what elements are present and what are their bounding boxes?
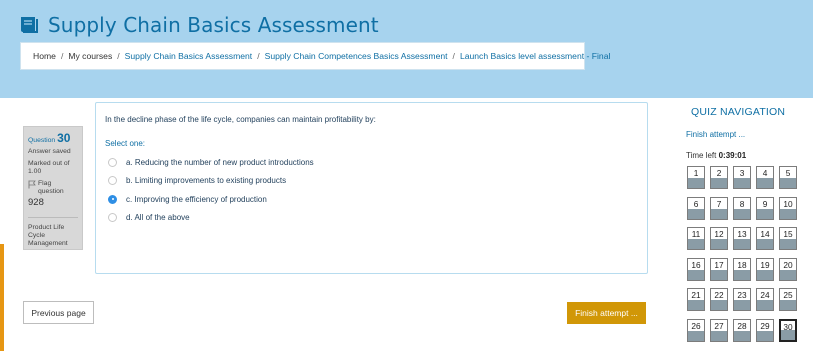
time-left-label: Time left xyxy=(686,151,717,160)
question-nav-button-7[interactable]: 7 xyxy=(710,196,728,220)
question-nav-button-27[interactable]: 27 xyxy=(710,318,728,342)
breadcrumb-my-courses[interactable]: My courses xyxy=(68,51,112,61)
finish-attempt-button[interactable]: Finish attempt ... xyxy=(567,302,646,324)
radio-button-selected[interactable] xyxy=(108,194,117,204)
answer-option-label[interactable]: b. Limiting improvements to existing pro… xyxy=(126,176,286,185)
question-nav-button-26[interactable]: 26 xyxy=(687,318,705,342)
question-nav-button-14[interactable]: 14 xyxy=(756,227,774,250)
answer-option-label[interactable]: a. Reducing the number of new product in… xyxy=(126,158,314,167)
course-title-text[interactable]: Supply Chain Basics Assessment xyxy=(48,13,379,37)
previous-page-button[interactable]: Previous page xyxy=(23,301,94,324)
radio-button[interactable] xyxy=(108,176,117,186)
quiz-navigation-title: QUIZ NAVIGATION xyxy=(691,106,786,118)
breadcrumb-section[interactable]: Supply Chain Competences Basics Assessme… xyxy=(265,51,448,61)
question-number: 30 xyxy=(57,131,71,145)
answer-option-b[interactable]: b. Limiting improvements to existing pro… xyxy=(108,172,314,191)
answer-option-label[interactable]: c. Improving the efficiency of productio… xyxy=(126,195,267,204)
answer-options: a. Reducing the number of new product in… xyxy=(108,153,314,227)
question-text: In the decline phase of the life cycle, … xyxy=(105,115,376,124)
question-nav-button-24[interactable]: 24 xyxy=(756,288,774,311)
radio-button[interactable] xyxy=(108,213,117,223)
question-info-panel: Question 30 Answer saved Marked out of 1… xyxy=(23,126,83,250)
question-label: Question xyxy=(28,137,56,144)
question-nav-button-21[interactable]: 21 xyxy=(687,288,705,311)
question-nav-button-19[interactable]: 19 xyxy=(756,257,774,281)
question-nav-button-12[interactable]: 12 xyxy=(710,227,728,250)
question-number-row: Question 30 xyxy=(28,131,78,145)
flag-icon[interactable] xyxy=(28,180,36,189)
question-nav-button-1[interactable]: 1 xyxy=(687,166,705,189)
time-left: Time left 0:39:01 xyxy=(686,151,746,160)
answer-status: Answer saved xyxy=(28,148,71,156)
question-nav-button-18[interactable]: 18 xyxy=(733,257,751,281)
question-nav-button-22[interactable]: 22 xyxy=(710,288,728,311)
question-nav-button-20[interactable]: 20 xyxy=(779,257,797,281)
question-nav-button-25[interactable]: 25 xyxy=(779,288,797,311)
question-category: Product Life Cycle Management xyxy=(28,223,68,247)
radio-button[interactable] xyxy=(108,157,117,167)
question-nav-button-5[interactable]: 5 xyxy=(779,166,797,189)
answer-option-d[interactable]: d. All of the above xyxy=(108,209,314,228)
question-nav-button-6[interactable]: 6 xyxy=(687,196,705,220)
page-header: Supply Chain Basics Assessment Home / My… xyxy=(0,0,813,98)
breadcrumb-separator: / xyxy=(117,51,120,61)
question-nav-button-8[interactable]: 8 xyxy=(733,196,751,220)
flag-question-toggle[interactable]: Flag question xyxy=(28,180,78,196)
question-nav-button-9[interactable]: 9 xyxy=(756,196,774,220)
question-nav-button-2[interactable]: 2 xyxy=(710,166,728,189)
question-nav-button-16[interactable]: 16 xyxy=(687,257,705,281)
question-nav-button-3[interactable]: 3 xyxy=(733,166,751,189)
answer-option-label[interactable]: d. All of the above xyxy=(126,213,190,222)
book-icon xyxy=(21,17,38,33)
finish-attempt-link[interactable]: Finish attempt ... xyxy=(686,130,745,139)
time-left-value: 0:39:01 xyxy=(718,151,747,160)
left-accent-bar xyxy=(0,244,4,351)
breadcrumb-course[interactable]: Supply Chain Basics Assessment xyxy=(125,51,253,61)
question-nav-button-17[interactable]: 17 xyxy=(710,257,728,281)
info-divider xyxy=(28,216,78,218)
question-nav-button-10[interactable]: 10 xyxy=(779,196,797,220)
flag-question-label[interactable]: Flag question xyxy=(38,180,78,196)
breadcrumb-separator: / xyxy=(60,51,64,61)
question-nav-button-29[interactable]: 29 xyxy=(756,318,774,342)
answer-option-a[interactable]: a. Reducing the number of new product in… xyxy=(108,153,314,172)
breadcrumb-separator: / xyxy=(257,51,260,61)
question-nav-button-13[interactable]: 13 xyxy=(733,227,751,250)
breadcrumb: Home / My courses / Supply Chain Basics … xyxy=(20,42,610,70)
answer-prompt: Select one: xyxy=(105,139,146,148)
question-nav-button-4[interactable]: 4 xyxy=(756,166,774,189)
answer-option-c[interactable]: c. Improving the efficiency of productio… xyxy=(108,190,314,209)
quiz-navigation-panel: QUIZ NAVIGATION Finish attempt ... Time … xyxy=(683,98,813,351)
question-nav-button-15[interactable]: 15 xyxy=(779,227,797,250)
course-title: Supply Chain Basics Assessment xyxy=(18,13,379,37)
question-nav-button-28[interactable]: 28 xyxy=(733,318,751,342)
question-nav-grid: 1 2 3 4 5 6 7 8 9 10 11 12 13 14 15 16 17 18 19 20 21 22 23 24 2… xyxy=(687,166,797,342)
question-content: In the decline phase of the life cycle, … xyxy=(95,102,648,274)
question-nav-button-11[interactable]: 11 xyxy=(687,227,705,250)
marked-out-of: Marked out of 1.00 xyxy=(28,159,70,175)
question-id: 928 xyxy=(28,197,44,209)
breadcrumb-separator: / xyxy=(452,51,455,61)
breadcrumb-activity[interactable]: Launch Basics level assessment - Final xyxy=(460,51,610,61)
question-nav-button-30[interactable]: 30 xyxy=(779,318,797,342)
breadcrumb-home[interactable]: Home xyxy=(33,51,56,61)
question-nav-button-23[interactable]: 23 xyxy=(733,288,751,311)
